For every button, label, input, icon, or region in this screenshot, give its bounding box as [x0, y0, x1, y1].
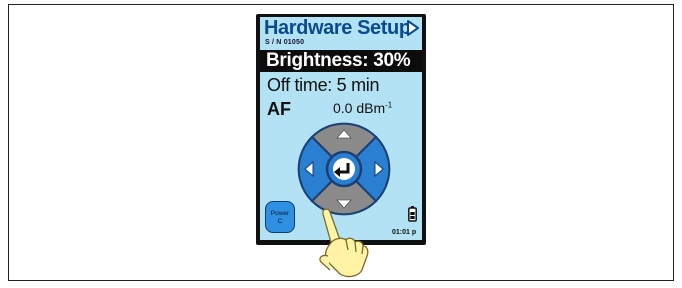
- brightness-row-selected[interactable]: Brightness: 30%: [260, 50, 422, 72]
- direction-pad: [297, 122, 391, 216]
- off-time-row[interactable]: Off time: 5 min: [267, 75, 380, 96]
- af-label: AF: [267, 99, 291, 119]
- page-title: Hardware Setup: [264, 17, 411, 39]
- serial-number: S / N 01050: [265, 39, 305, 46]
- af-value-text: 0.0 dBm: [333, 100, 386, 116]
- af-value: 0.0 dBm-1: [333, 100, 392, 116]
- battery-icon: [408, 206, 417, 222]
- title-row: Hardware Setup: [262, 17, 420, 39]
- triangle-right-icon[interactable]: [406, 19, 420, 42]
- power-button[interactable]: Power C: [265, 201, 295, 233]
- brightness-label: Brightness: 30%: [266, 50, 411, 71]
- power-sub-label: C: [277, 218, 283, 225]
- clock-display: 01:01 p: [392, 229, 417, 236]
- power-label: Power: [270, 210, 290, 217]
- pointing-hand-icon: [319, 208, 369, 278]
- af-unit-exponent: -1: [385, 100, 393, 110]
